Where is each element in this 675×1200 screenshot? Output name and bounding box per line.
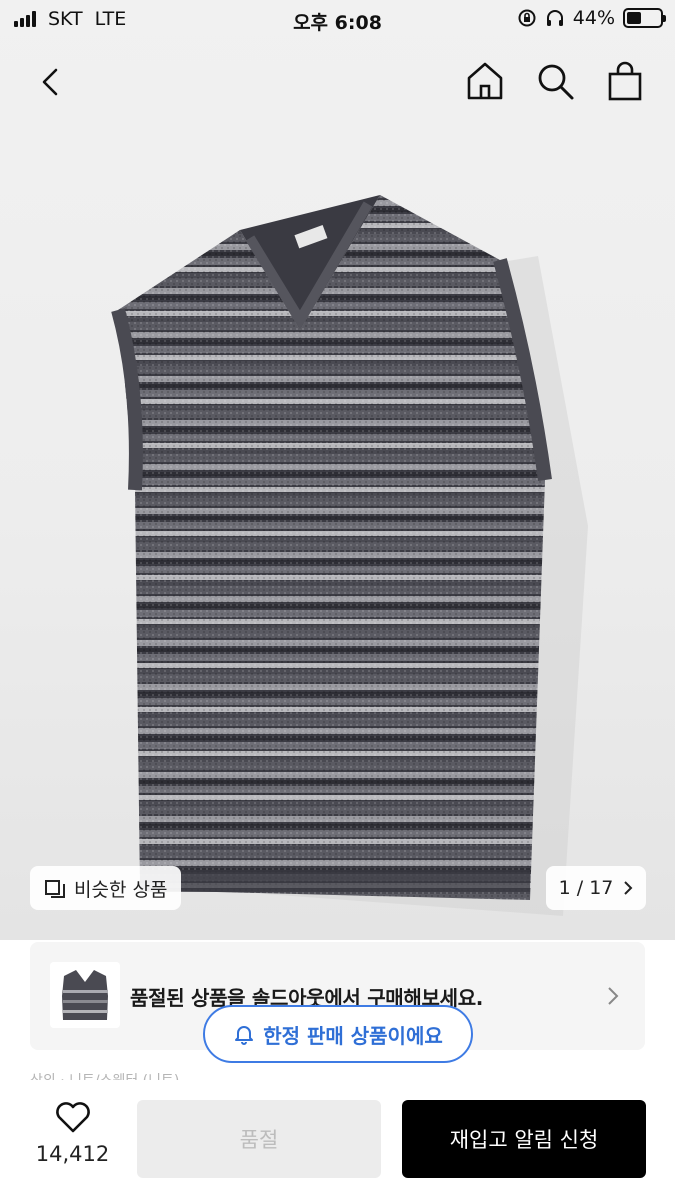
bell-icon [235,1026,254,1045]
battery-icon [623,8,666,28]
home-icon[interactable] [465,60,505,102]
shopping-bag-icon[interactable] [605,60,645,102]
similar-products-button[interactable]: 비슷한 상품 [30,866,182,910]
product-image-area[interactable]: 비슷한 상품 1 / 17 [0,0,675,940]
bottom-action-bar: 14,412 품절 재입고 알림 신청 [0,1080,675,1200]
status-bar: SKT LTE 오후 6:08 44% [0,0,675,40]
product-thumbnail [50,962,120,1028]
similar-label: 비슷한 상품 [74,878,168,901]
like-count: 14,412 [35,1142,110,1166]
chevron-right-icon [624,881,633,895]
battery-percent: 44% [572,7,615,29]
image-counter-text: 1 / 17 [558,877,614,899]
headphones-icon [546,10,563,26]
search-icon[interactable] [535,60,575,102]
limited-sale-label: 한정 판매 상품이에요 [263,1023,443,1048]
product-image [111,195,588,916]
back-icon[interactable] [32,62,72,102]
similar-icon [45,880,65,898]
rotation-lock-icon [518,9,536,27]
chevron-right-icon [608,987,619,1005]
limited-sale-badge: 한정 판매 상품이에요 [203,1005,473,1063]
like-button[interactable]: 14,412 [30,1100,115,1166]
battery-fill [627,12,642,24]
image-counter[interactable]: 1 / 17 [546,866,646,910]
product-detail-screen: 비슷한 상품 1 / 17 SKT LTE 오후 6:08 44% 품절된 상품… [0,0,675,1200]
nav-actions [465,60,645,102]
heart-icon [55,1102,90,1133]
soldout-button[interactable]: 품절 [137,1100,381,1178]
category-text-partial: 상의 · 니트/스웨터 (니트) [30,1070,179,1080]
restock-alert-button[interactable]: 재입고 알림 신청 [402,1100,646,1178]
